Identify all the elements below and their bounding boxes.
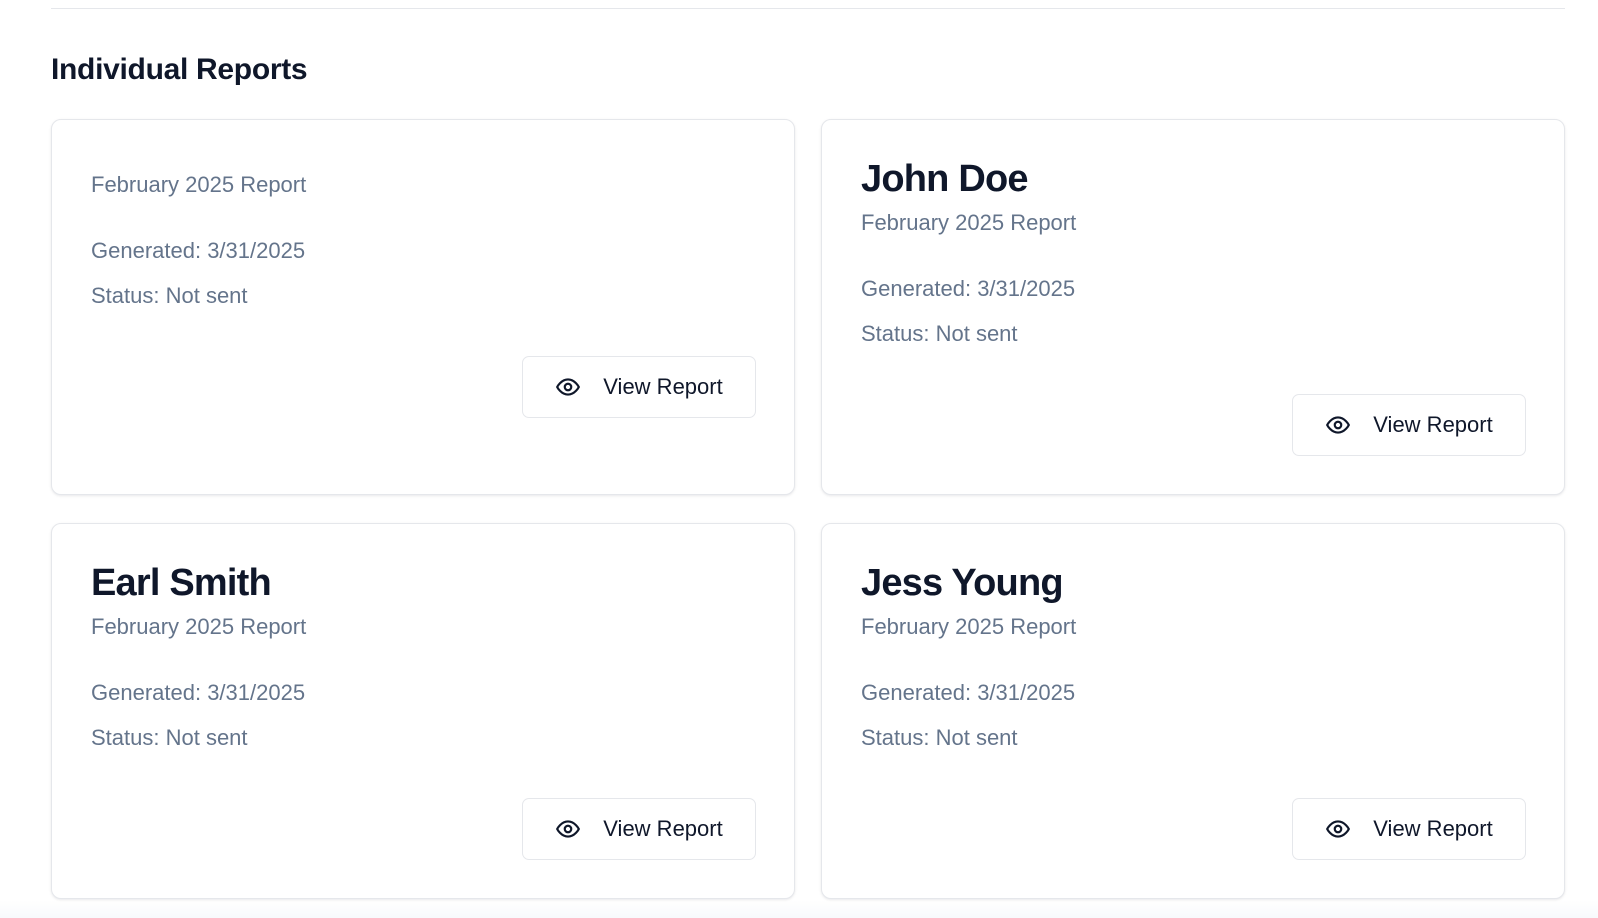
eye-icon <box>555 374 581 400</box>
report-period: February 2025 Report <box>861 210 1077 235</box>
view-report-button[interactable]: View Report <box>522 356 756 418</box>
report-generated-date: Generated: 3/31/2025 <box>91 680 306 705</box>
view-report-button[interactable]: View Report <box>1292 798 1526 860</box>
report-status: Status: Not sent <box>861 725 1018 750</box>
bottom-fade <box>0 900 1598 918</box>
report-generated-date: Generated: 3/31/2025 <box>861 680 1076 705</box>
report-status: Status: Not sent <box>91 725 248 750</box>
report-card: Jess Young February 2025 Report Generate… <box>821 523 1565 899</box>
view-report-button[interactable]: View Report <box>1292 394 1526 456</box>
view-report-label: View Report <box>603 374 723 399</box>
section-title: Individual Reports <box>51 53 308 86</box>
view-report-button[interactable]: View Report <box>522 798 756 860</box>
report-generated-date: Generated: 3/31/2025 <box>91 238 306 263</box>
report-meta: Generated: 3/31/2025 Status: Not sent <box>861 276 1525 347</box>
report-meta: Generated: 3/31/2025 Status: Not sent <box>861 680 1525 751</box>
eye-icon <box>1325 412 1351 438</box>
eye-icon <box>555 816 581 842</box>
report-employee-name: Jess Young <box>861 562 1064 604</box>
report-card: Earl Smith February 2025 Report Generate… <box>51 523 795 899</box>
report-meta: Generated: 3/31/2025 Status: Not sent <box>91 238 755 309</box>
report-card-grid: February 2025 Report Generated: 3/31/202… <box>51 119 1565 899</box>
report-generated-date: Generated: 3/31/2025 <box>861 276 1076 301</box>
top-divider <box>51 8 1565 9</box>
report-card: John Doe February 2025 Report Generated:… <box>821 119 1565 495</box>
report-status: Status: Not sent <box>861 321 1018 346</box>
eye-icon <box>1325 816 1351 842</box>
view-report-label: View Report <box>603 816 723 841</box>
report-period: February 2025 Report <box>91 614 307 639</box>
report-employee-name: John Doe <box>861 158 1029 200</box>
view-report-label: View Report <box>1373 412 1493 437</box>
report-meta: Generated: 3/31/2025 Status: Not sent <box>91 680 755 751</box>
report-status: Status: Not sent <box>91 283 248 308</box>
view-report-label: View Report <box>1373 816 1493 841</box>
report-period: February 2025 Report <box>861 614 1077 639</box>
report-period: February 2025 Report <box>91 172 307 197</box>
report-card: February 2025 Report Generated: 3/31/202… <box>51 119 795 495</box>
report-employee-name: Earl Smith <box>91 562 272 604</box>
